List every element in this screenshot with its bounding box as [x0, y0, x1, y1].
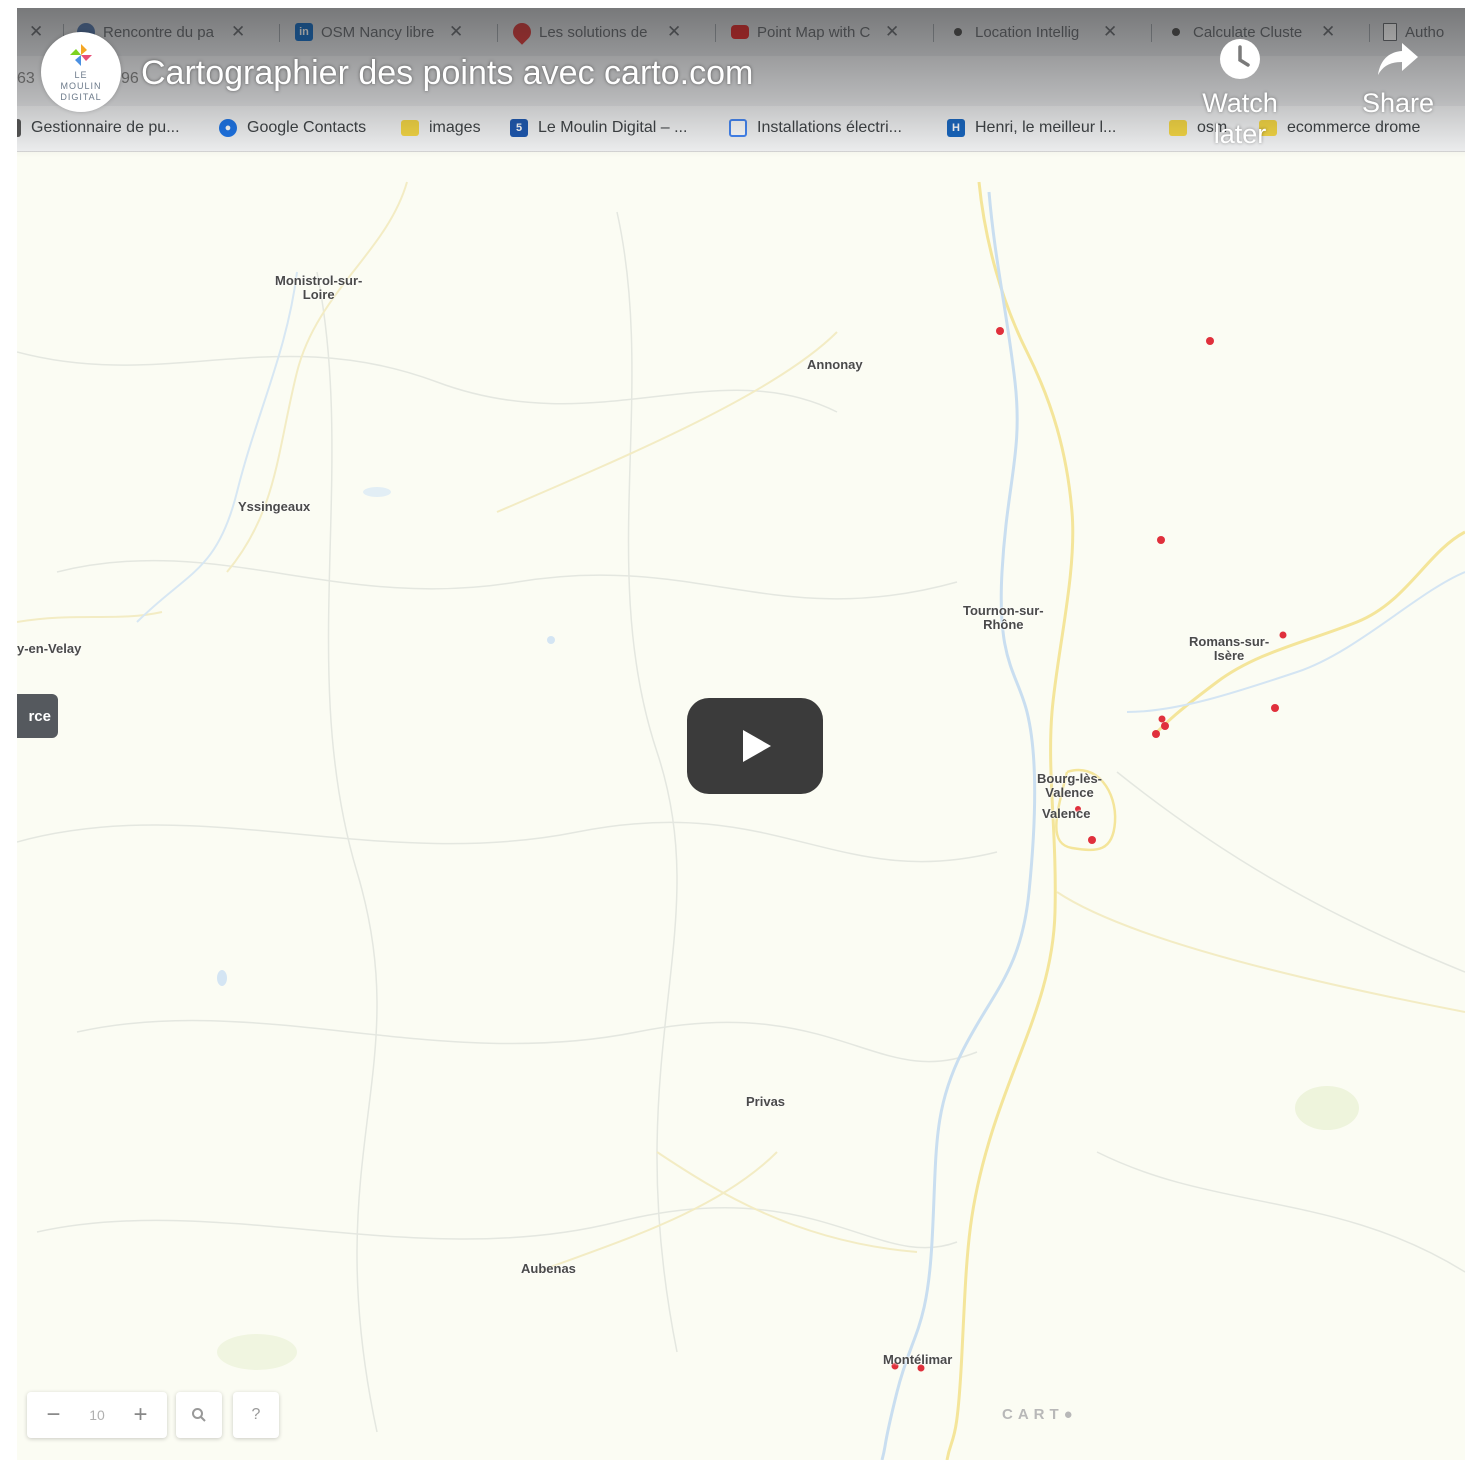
bookmark-label: Google Contacts [247, 119, 367, 136]
zoom-in-button[interactable]: + [124, 1401, 158, 1429]
site-icon: 5 [510, 119, 528, 137]
bookmark-le-moulin-digital[interactable]: 5 Le Moulin Digital – ... [510, 116, 687, 140]
map-point[interactable] [996, 327, 1004, 335]
map-point[interactable] [1157, 536, 1165, 544]
calendar-icon [729, 119, 747, 137]
zoom-control: − 10 + [27, 1392, 167, 1438]
folder-icon [401, 120, 419, 136]
share-button[interactable]: Share [1343, 30, 1453, 119]
share-arrow-icon [1378, 43, 1418, 75]
city-label-aubenas: Aubenas [521, 1261, 576, 1276]
close-icon[interactable]: ✕ [885, 22, 899, 42]
watch-later-label: Watch later [1202, 88, 1278, 149]
tab-separator [933, 24, 934, 42]
city-label-annonay: Annonay [807, 357, 863, 372]
tab-separator [1151, 24, 1152, 42]
city-label-montelimar: Montélimar [883, 1352, 953, 1367]
map-basemap [17, 181, 1465, 1460]
map-point[interactable] [1152, 730, 1160, 738]
share-label: Share [1361, 88, 1435, 118]
url-fragment: 96 [121, 70, 139, 87]
city-label-yssingeaux: Yssingeaux [238, 499, 311, 514]
bookmark-label: Henri, le meilleur l... [975, 119, 1117, 136]
map-point[interactable] [1206, 337, 1214, 345]
close-icon[interactable]: ✕ [1103, 22, 1117, 42]
zoom-level: 10 [89, 1407, 105, 1423]
city-label-le-puy-en-velay: y-en-Velay [17, 641, 82, 656]
url-fragment: 63 [17, 70, 35, 87]
channel-avatar[interactable]: LE MOULIN DIGITAL [41, 32, 121, 112]
close-icon[interactable]: ✕ [449, 22, 463, 42]
bookmark-label: Le Moulin Digital – ... [538, 119, 688, 136]
city-label-bourg-les-valence: Bourg-lès- Valence [1037, 771, 1102, 800]
video-title[interactable]: Cartographier des points avec carto.com [141, 54, 753, 93]
close-icon[interactable]: ✕ [231, 22, 245, 42]
bookmark-henri[interactable]: H Henri, le meilleur l... [947, 116, 1116, 140]
map-point[interactable] [1279, 631, 1287, 639]
tab-title: OSM Nancy libre [321, 23, 435, 41]
map-canvas[interactable]: Monistrol-sur- Loire Annonay Yssingeaux … [17, 152, 1465, 1460]
linkedin-icon: in [295, 23, 313, 41]
city-label-privas: Privas [746, 1094, 786, 1109]
map-point[interactable] [1161, 722, 1169, 730]
carto-logo: CART● [1002, 1406, 1078, 1423]
watch-later-button[interactable]: Watch later [1185, 30, 1295, 150]
search-icon [192, 1408, 206, 1422]
pin-icon [509, 19, 535, 45]
bookmark-label: ecommerce drome [1287, 119, 1421, 136]
close-icon[interactable]: ✕ [667, 22, 681, 42]
bookmark-google-contacts[interactable]: ● Google Contacts [219, 116, 366, 140]
bookmark-label: Gestionnaire de pu... [31, 119, 180, 136]
video-frame[interactable]: ✕ Rencontre du pa ✕ in OSM Nancy libre ✕… [17, 8, 1465, 1460]
map-point[interactable] [1158, 715, 1166, 723]
tab-title: Rencontre du pa [103, 23, 214, 41]
tab-title: Les solutions de [539, 23, 648, 41]
contacts-icon: ● [219, 119, 237, 137]
tab-separator [279, 24, 280, 42]
tab-solutions[interactable]: Les solutions de ✕ [509, 18, 681, 46]
map-help-button[interactable]: ? [233, 1392, 279, 1438]
zoom-out-button[interactable]: − [36, 1401, 70, 1429]
city-label-monistrol: Monistrol-sur- Loire [275, 273, 363, 302]
close-icon[interactable]: ✕ [29, 22, 43, 42]
map-point[interactable] [1088, 836, 1096, 844]
dot-icon [949, 23, 967, 41]
youtube-icon [731, 25, 749, 39]
site-icon: H [947, 119, 965, 137]
city-label-valence: Valence [1042, 806, 1091, 821]
logo-text: MOULIN [60, 80, 102, 91]
bookmark-label: Installations électri... [757, 119, 902, 136]
tab-title: Point Map with C [757, 23, 871, 41]
tab-location-intelligence[interactable]: Location Intellig ✕ [949, 18, 1117, 46]
page-icon [17, 119, 21, 137]
map-point[interactable] [1271, 704, 1279, 712]
clock-icon [1220, 39, 1260, 79]
city-label-tournon: Tournon-sur- Rhône [963, 603, 1044, 632]
tab-title: Location Intellig [975, 23, 1080, 41]
tab-separator [497, 24, 498, 42]
play-icon [743, 730, 771, 762]
tab-point-map[interactable]: Point Map with C ✕ [731, 18, 899, 46]
logo-text: LE [74, 69, 88, 80]
bookmark-installations[interactable]: Installations électri... [729, 116, 902, 140]
map-search-button[interactable] [176, 1392, 222, 1438]
pinwheel-icon [70, 43, 92, 66]
bookmark-gestionnaire[interactable]: Gestionnaire de pu... [17, 116, 180, 140]
close-icon[interactable]: ✕ [1321, 22, 1335, 42]
tab-separator [715, 24, 716, 42]
tab-close[interactable]: ✕ [29, 18, 43, 46]
logo-text: DIGITAL [60, 91, 102, 102]
dot-icon [1167, 23, 1185, 41]
play-button[interactable] [687, 698, 823, 794]
bookmark-images[interactable]: images [401, 116, 481, 140]
tab-osm-nancy[interactable]: in OSM Nancy libre ✕ [295, 18, 463, 46]
bookmark-label: images [429, 119, 481, 136]
city-label-romans: Romans-sur- Isère [1189, 634, 1270, 663]
source-button[interactable]: rce [17, 694, 58, 738]
